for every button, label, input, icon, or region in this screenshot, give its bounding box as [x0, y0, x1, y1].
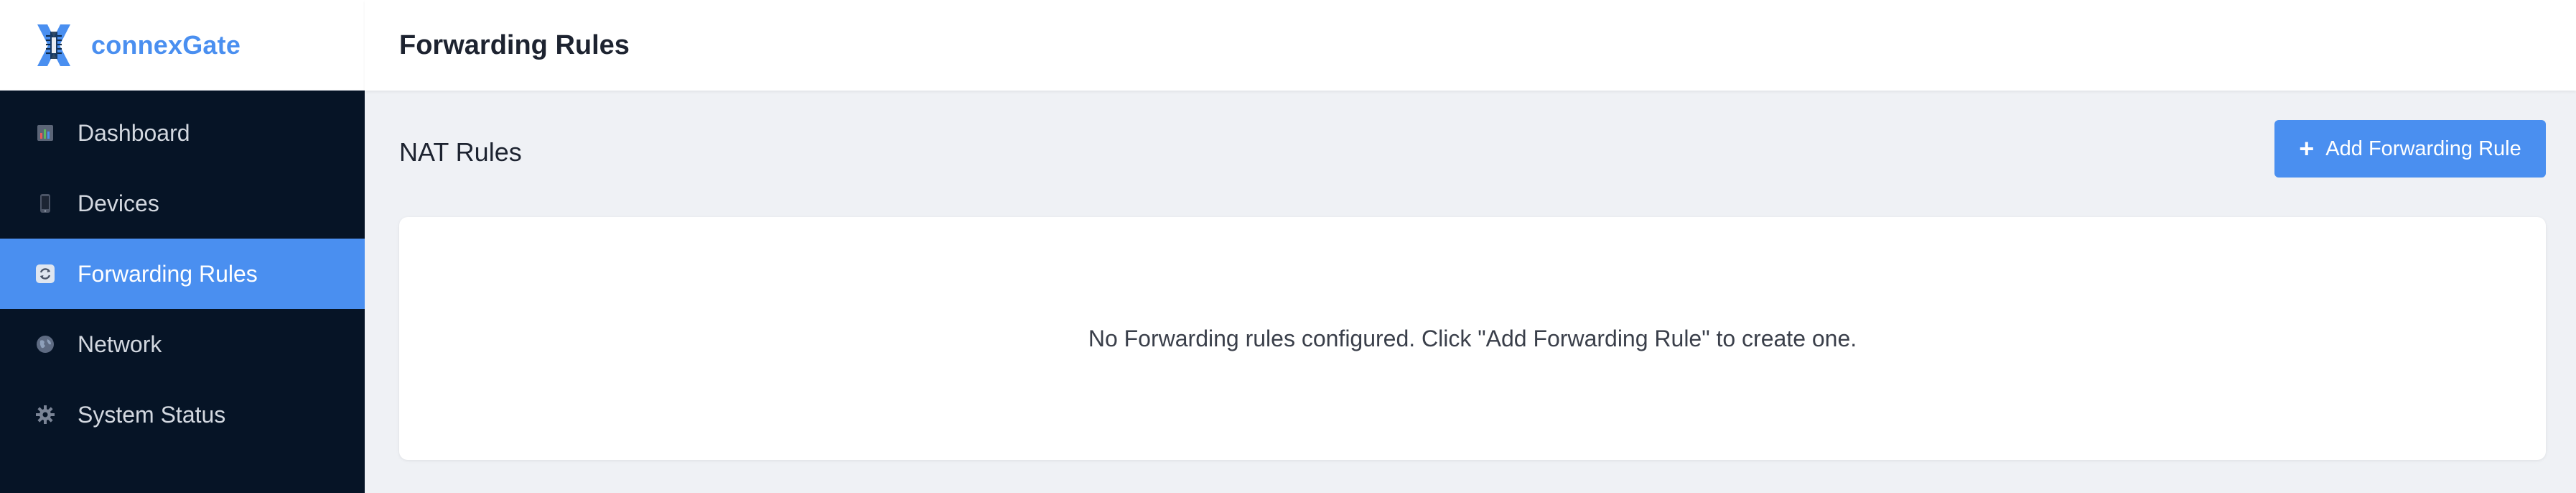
sidebar: connexGate Dashboard Devices Forwarding … [0, 0, 365, 493]
bar-chart-icon [34, 122, 56, 144]
mobile-phone-icon [34, 193, 56, 214]
brand-name: connexGate [91, 29, 241, 60]
page-title: Forwarding Rules [399, 29, 630, 60]
section-header: NAT Rules + Add Forwarding Rule [399, 91, 2546, 217]
main-content: NAT Rules + Add Forwarding Rule No Forwa… [365, 91, 2576, 493]
sidebar-item-label: Devices [78, 190, 159, 216]
sidebar-item-label: Network [78, 331, 162, 357]
top-bar: Forwarding Rules [365, 0, 2576, 91]
sidebar-item-system-status[interactable]: System Status [0, 379, 365, 450]
plus-icon: + [2299, 134, 2315, 163]
sidebar-item-forwarding-rules[interactable]: Forwarding Rules [0, 239, 365, 309]
refresh-icon [34, 263, 56, 285]
sidebar-item-devices[interactable]: Devices [0, 168, 365, 239]
section-title: NAT Rules [399, 137, 522, 167]
brand-header[interactable]: connexGate [0, 0, 365, 91]
sidebar-item-label: System Status [78, 401, 226, 428]
empty-state-message: No Forwarding rules configured. Click "A… [1088, 325, 1857, 351]
sidebar-item-label: Dashboard [78, 119, 190, 146]
gear-icon [34, 404, 56, 425]
add-forwarding-rule-button[interactable]: + Add Forwarding Rule [2274, 120, 2546, 178]
connexgate-logo-icon [32, 22, 75, 69]
sidebar-item-network[interactable]: Network [0, 309, 365, 379]
add-forwarding-rule-label: Add Forwarding Rule [2325, 137, 2521, 160]
globe-icon [34, 333, 56, 355]
sidebar-item-label: Forwarding Rules [78, 260, 258, 287]
rules-empty-card: No Forwarding rules configured. Click "A… [399, 217, 2546, 460]
sidebar-nav: Dashboard Devices Forwarding Rules Netwo… [0, 98, 365, 450]
sidebar-item-dashboard[interactable]: Dashboard [0, 98, 365, 168]
